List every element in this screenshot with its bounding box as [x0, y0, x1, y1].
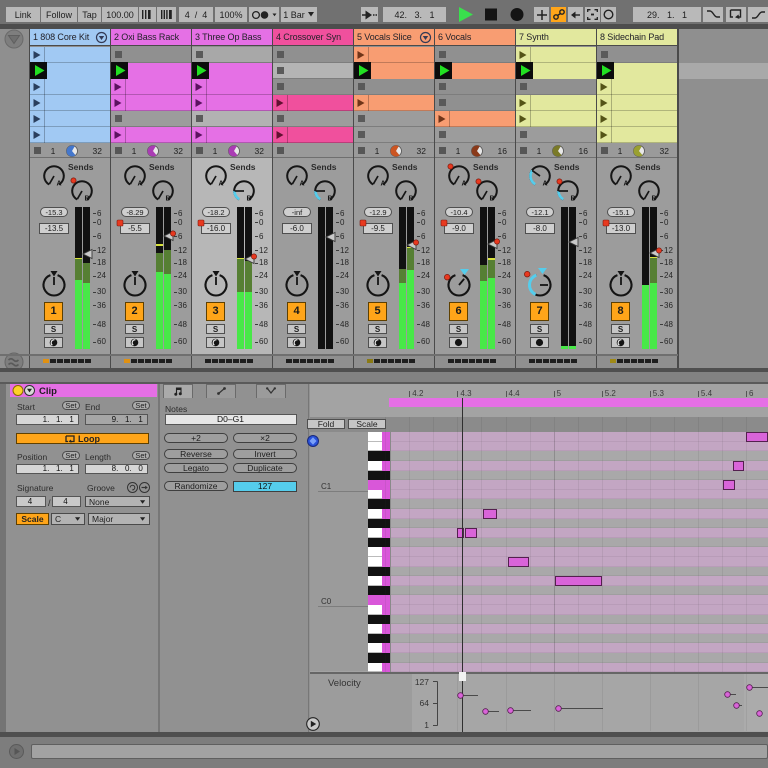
svg-text:A: A: [462, 181, 467, 188]
svg-text:B: B: [247, 196, 252, 203]
svg-text:B: B: [166, 196, 171, 203]
svg-text:B: B: [328, 196, 333, 203]
svg-text:A: A: [219, 181, 224, 188]
svg-text:A: A: [57, 181, 62, 188]
svg-text:B: B: [409, 196, 414, 203]
svg-text:Clip: Clip: [39, 386, 57, 397]
svg-text:B: B: [490, 196, 495, 203]
svg-text:A: A: [543, 181, 548, 188]
svg-text:B: B: [85, 196, 90, 203]
svg-text:A: A: [300, 181, 305, 188]
svg-text:B: B: [652, 196, 657, 203]
svg-text:A: A: [138, 181, 143, 188]
svg-text:B: B: [571, 196, 576, 203]
svg-text:A: A: [381, 181, 386, 188]
svg-text:A: A: [624, 181, 629, 188]
